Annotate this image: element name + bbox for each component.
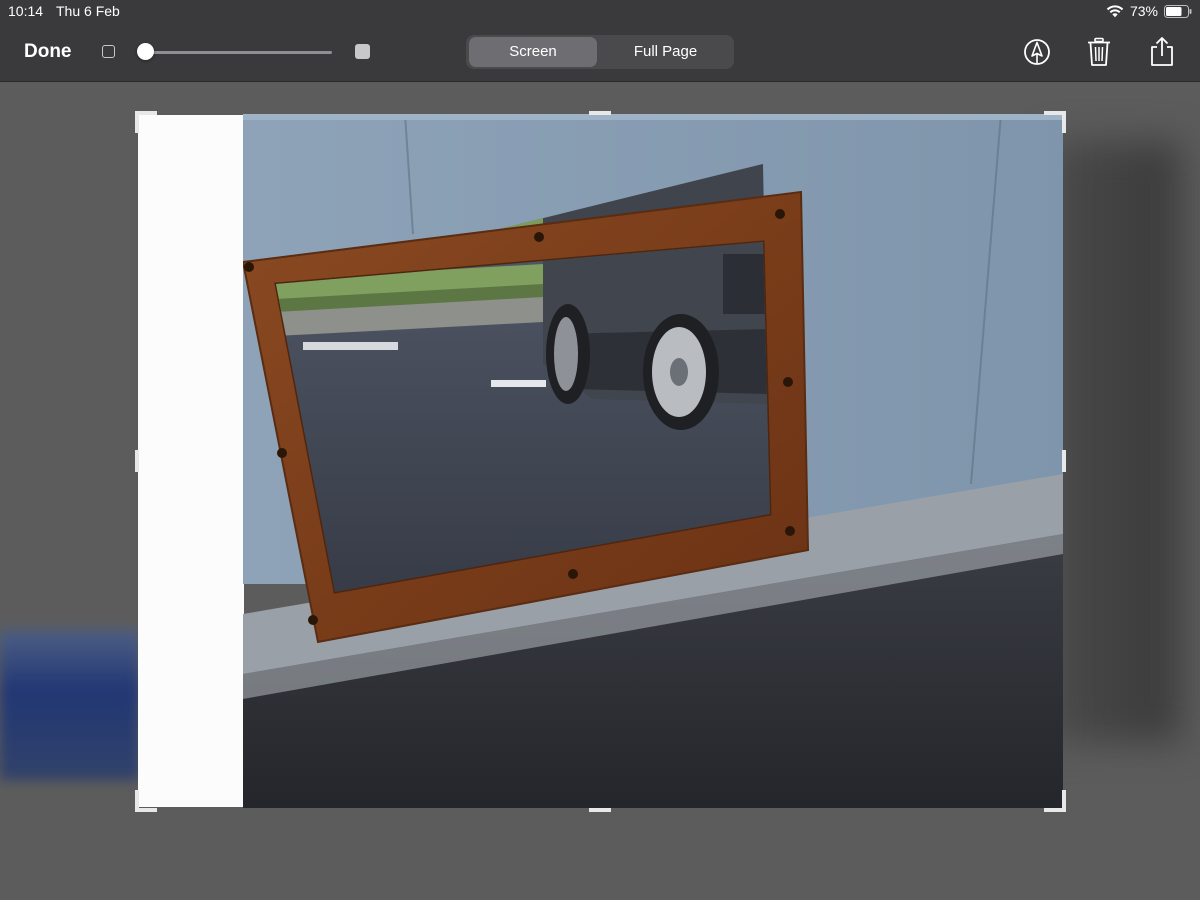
opacity-slider-thumb[interactable] <box>137 43 154 60</box>
status-time: 10:14 <box>8 3 44 19</box>
status-bar: 10:14 Thu 6 Feb 73% <box>0 0 1200 24</box>
crop-handle-top-right-v[interactable] <box>1062 111 1066 133</box>
battery-percent: 73% <box>1129 3 1158 19</box>
screenshot-toolbar: Done Screen Full Page <box>0 24 1200 82</box>
background-blur-blue <box>0 630 140 780</box>
status-date: Thu 6 Feb <box>56 3 120 19</box>
markup-pen-icon[interactable] <box>1022 36 1052 68</box>
wifi-icon <box>1106 5 1124 18</box>
crop-handle-bottom-right-v[interactable] <box>1062 790 1066 812</box>
segment-screen[interactable]: Screen <box>469 37 597 67</box>
opacity-min-icon <box>102 45 115 58</box>
photo-of-wooden-framed-mirror <box>243 114 1063 808</box>
segment-full-page[interactable]: Full Page <box>600 37 731 67</box>
crop-handle-top[interactable] <box>589 111 611 115</box>
done-button[interactable]: Done <box>24 41 72 63</box>
screenshot-canvas <box>0 82 1200 900</box>
page-margin <box>138 115 244 807</box>
crop-handle-bottom-left-v[interactable] <box>135 790 139 812</box>
background-blur-shadow <box>1050 142 1180 742</box>
trash-icon[interactable] <box>1084 36 1114 68</box>
opacity-max-icon <box>355 44 370 59</box>
opacity-slider-track[interactable] <box>146 51 332 54</box>
battery-icon <box>1164 4 1192 18</box>
crop-handle-left[interactable] <box>135 450 139 472</box>
capture-mode-segmented-control: Screen Full Page <box>466 35 734 69</box>
status-indicators: 73% <box>1106 3 1192 19</box>
crop-handle-top-left-v[interactable] <box>135 111 139 133</box>
crop-handle-right[interactable] <box>1062 450 1066 472</box>
share-icon[interactable] <box>1147 36 1177 68</box>
crop-handle-bottom[interactable] <box>589 808 611 812</box>
